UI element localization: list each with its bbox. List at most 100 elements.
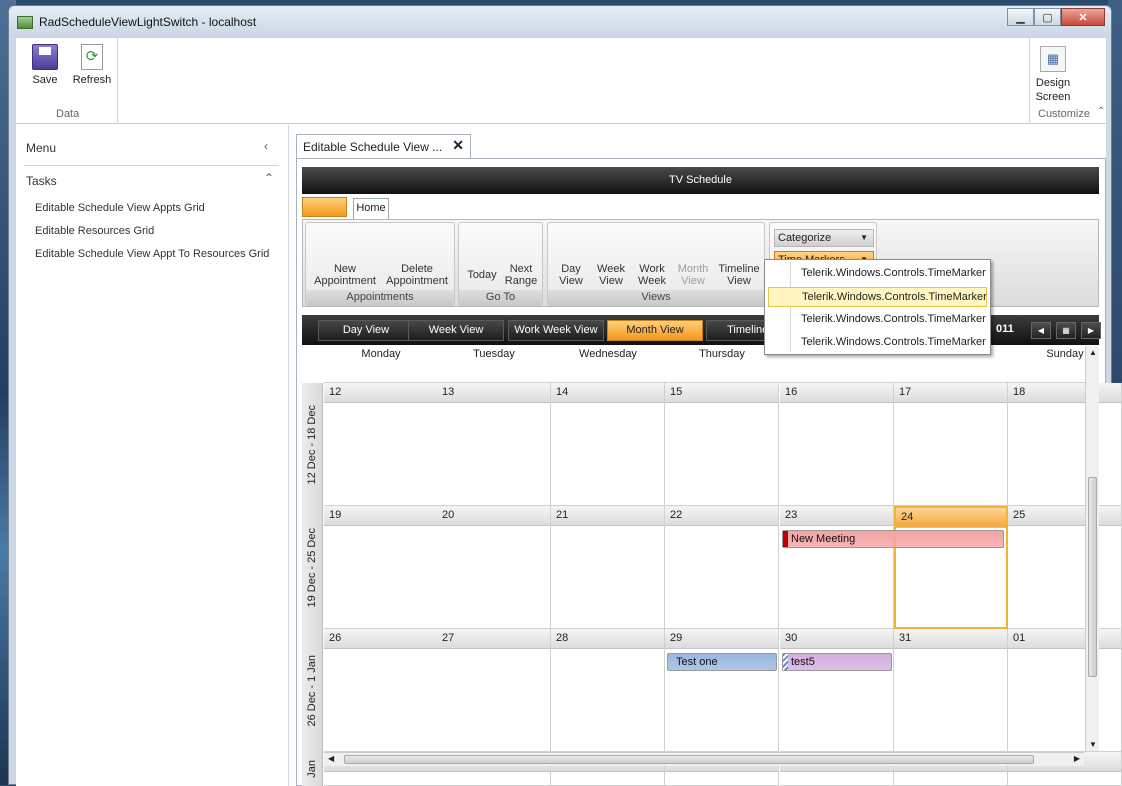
day-view-button[interactable]: Day View <box>318 320 414 341</box>
appointment[interactable]: Test one <box>667 653 777 671</box>
week-range-label[interactable]: 26 Dec - 1 Jan <box>302 629 323 752</box>
month-calendar: Monday Tuesday Wednesday Thursday Sunday 12 D… <box>302 345 1122 786</box>
previous-arrow-icon[interactable]: ◀ <box>1031 322 1051 339</box>
categorize-dropdown[interactable]: Categorize ▼ <box>774 229 874 247</box>
day-cell[interactable]: 21 <box>551 506 665 629</box>
day-cell[interactable]: 13 <box>437 383 551 506</box>
ribbon-work-week-button[interactable]: Work Week <box>633 263 671 287</box>
save-button[interactable]: Save <box>24 44 66 86</box>
scroll-right-icon[interactable]: ▶ <box>1074 754 1080 763</box>
vertical-scrollbar[interactable]: ▲ ▼ <box>1085 346 1099 751</box>
day-cell[interactable]: 01 <box>1008 629 1122 752</box>
scroll-left-icon[interactable]: ◀ <box>328 754 334 763</box>
vertical-scroll-thumb[interactable] <box>1088 477 1097 677</box>
refresh-button[interactable]: ⟳ Refresh <box>68 44 116 86</box>
close-window-button[interactable]: ✕ <box>1061 8 1105 26</box>
design-screen-button[interactable]: ▦ Design Screen <box>1032 46 1074 104</box>
scroll-down-icon[interactable]: ▼ <box>1089 740 1097 749</box>
new-appointment-label2: Appointment <box>314 275 376 287</box>
day-number[interactable]: 28 <box>551 629 664 649</box>
day-number[interactable]: 15 <box>665 383 778 403</box>
day-cell[interactable]: 12 <box>324 383 438 506</box>
scroll-up-icon[interactable]: ▲ <box>1089 348 1097 357</box>
day-cell[interactable]: 28 <box>551 629 665 752</box>
day-number[interactable]: 18 <box>1008 383 1121 403</box>
today-button[interactable]: Today <box>463 269 501 281</box>
day-cell[interactable]: 23 <box>780 506 894 629</box>
day-cell[interactable]: 24 <box>894 506 1008 629</box>
time-marker-option[interactable]: Telerik.Windows.Controls.TimeMarker <box>768 310 987 330</box>
day-cell[interactable]: 30 <box>780 629 894 752</box>
design-screen-icon: ▦ <box>1040 46 1066 72</box>
day-cell[interactable]: 27 <box>437 629 551 752</box>
appointment-subject: Test one <box>676 656 718 668</box>
minimize-button[interactable]: ▁ <box>1007 8 1034 26</box>
horizontal-scroll-thumb[interactable] <box>344 755 1034 764</box>
day-number[interactable]: 22 <box>665 506 778 526</box>
document-tab[interactable]: Editable Schedule View ... ✕ <box>296 134 471 158</box>
tasks-title: Tasks <box>26 174 57 188</box>
day-cell[interactable]: 22 <box>665 506 779 629</box>
day-cell[interactable]: 15 <box>665 383 779 506</box>
horizontal-scrollbar[interactable]: ◀ ▶ <box>324 752 1084 766</box>
week-range-label[interactable]: 19 Dec - 25 Dec <box>302 506 323 629</box>
day-cell[interactable]: 14 <box>551 383 665 506</box>
day-number[interactable]: 29 <box>665 629 778 649</box>
calendar-picker-icon[interactable]: ▦ <box>1056 322 1076 339</box>
day-number[interactable]: 27 <box>437 629 550 649</box>
day-cell[interactable]: 19 <box>324 506 438 629</box>
new-appointment-button[interactable]: New Appointment <box>312 263 378 287</box>
collapse-menu-icon[interactable]: ‹ <box>264 139 268 153</box>
next-arrow-icon[interactable]: ▶ <box>1081 322 1101 339</box>
day-number[interactable]: 01 <box>1008 629 1121 649</box>
day-number[interactable]: 14 <box>551 383 664 403</box>
day-number[interactable]: 17 <box>894 383 1007 403</box>
appointment[interactable]: test5 <box>782 653 892 671</box>
day-number[interactable]: 31 <box>894 629 1007 649</box>
application-menu-button[interactable] <box>302 197 347 217</box>
tab-home[interactable]: Home <box>353 198 389 219</box>
ribbon-week-view-button[interactable]: Week View <box>592 263 630 287</box>
day-cell[interactable]: 31 <box>894 629 1008 752</box>
day-cell[interactable]: 26 <box>324 629 438 752</box>
day-number[interactable]: 12 <box>324 383 437 403</box>
day-cell[interactable]: 17 <box>894 383 1008 506</box>
time-marker-option[interactable]: Telerik.Windows.Controls.TimeMarker <box>768 333 987 353</box>
ribbon-day-view-button[interactable]: Day View <box>552 263 590 287</box>
ribbon-month-view-button[interactable]: Month View <box>674 263 712 287</box>
day-number[interactable]: 16 <box>780 383 893 403</box>
day-number[interactable]: 20 <box>437 506 550 526</box>
day-number[interactable]: 21 <box>551 506 664 526</box>
delete-appointment-button[interactable]: Delete Appointment <box>384 263 450 287</box>
day-number[interactable]: 13 <box>437 383 550 403</box>
day-cell[interactable]: 20 <box>437 506 551 629</box>
ribbon-timeline-view-button[interactable]: Timeline View <box>715 263 763 287</box>
next-range-button[interactable]: Next Range <box>503 263 539 287</box>
close-tab-icon[interactable]: ✕ <box>452 137 464 154</box>
time-marker-option[interactable]: Telerik.Windows.Controls.TimeMarker <box>768 264 987 284</box>
month-view-button[interactable]: Month View <box>607 320 703 341</box>
maximize-button[interactable]: ▢ <box>1034 8 1061 26</box>
collapse-ribbon-icon[interactable]: ⌃ <box>1097 106 1105 117</box>
task-link-appts-grid[interactable]: Editable Schedule View Appts Grid <box>35 202 205 214</box>
collapse-tasks-icon[interactable]: ⌃ <box>264 171 274 185</box>
task-link-resources-grid[interactable]: Editable Resources Grid <box>35 225 154 237</box>
day-number[interactable]: 30 <box>780 629 893 649</box>
day-number[interactable]: 26 <box>324 629 437 649</box>
week-range-label[interactable]: 12 Dec - 18 Dec <box>302 383 323 506</box>
appointment[interactable]: New Meeting <box>782 530 1004 548</box>
work-week-view-button[interactable]: Work Week View <box>508 320 604 341</box>
week-view-button[interactable]: Week View <box>408 320 504 341</box>
day-number[interactable]: 24 <box>896 508 1006 528</box>
day-cell[interactable]: 29 <box>665 629 779 752</box>
time-marker-option-highlighted[interactable]: Telerik.Windows.Controls.TimeMarker <box>768 287 987 307</box>
day-number[interactable]: 19 <box>324 506 437 526</box>
task-link-appt-resources-grid[interactable]: Editable Schedule View Appt To Resources… <box>35 248 269 260</box>
day-number[interactable]: 25 <box>1008 506 1121 526</box>
day-number[interactable]: 23 <box>780 506 893 526</box>
refresh-label: Refresh <box>72 74 112 86</box>
day-cell[interactable]: 16 <box>780 383 894 506</box>
day-cell[interactable]: 18 <box>1008 383 1122 506</box>
day-cell[interactable]: 25 <box>1008 506 1122 629</box>
week-range-label[interactable]: Jan <box>302 752 323 786</box>
